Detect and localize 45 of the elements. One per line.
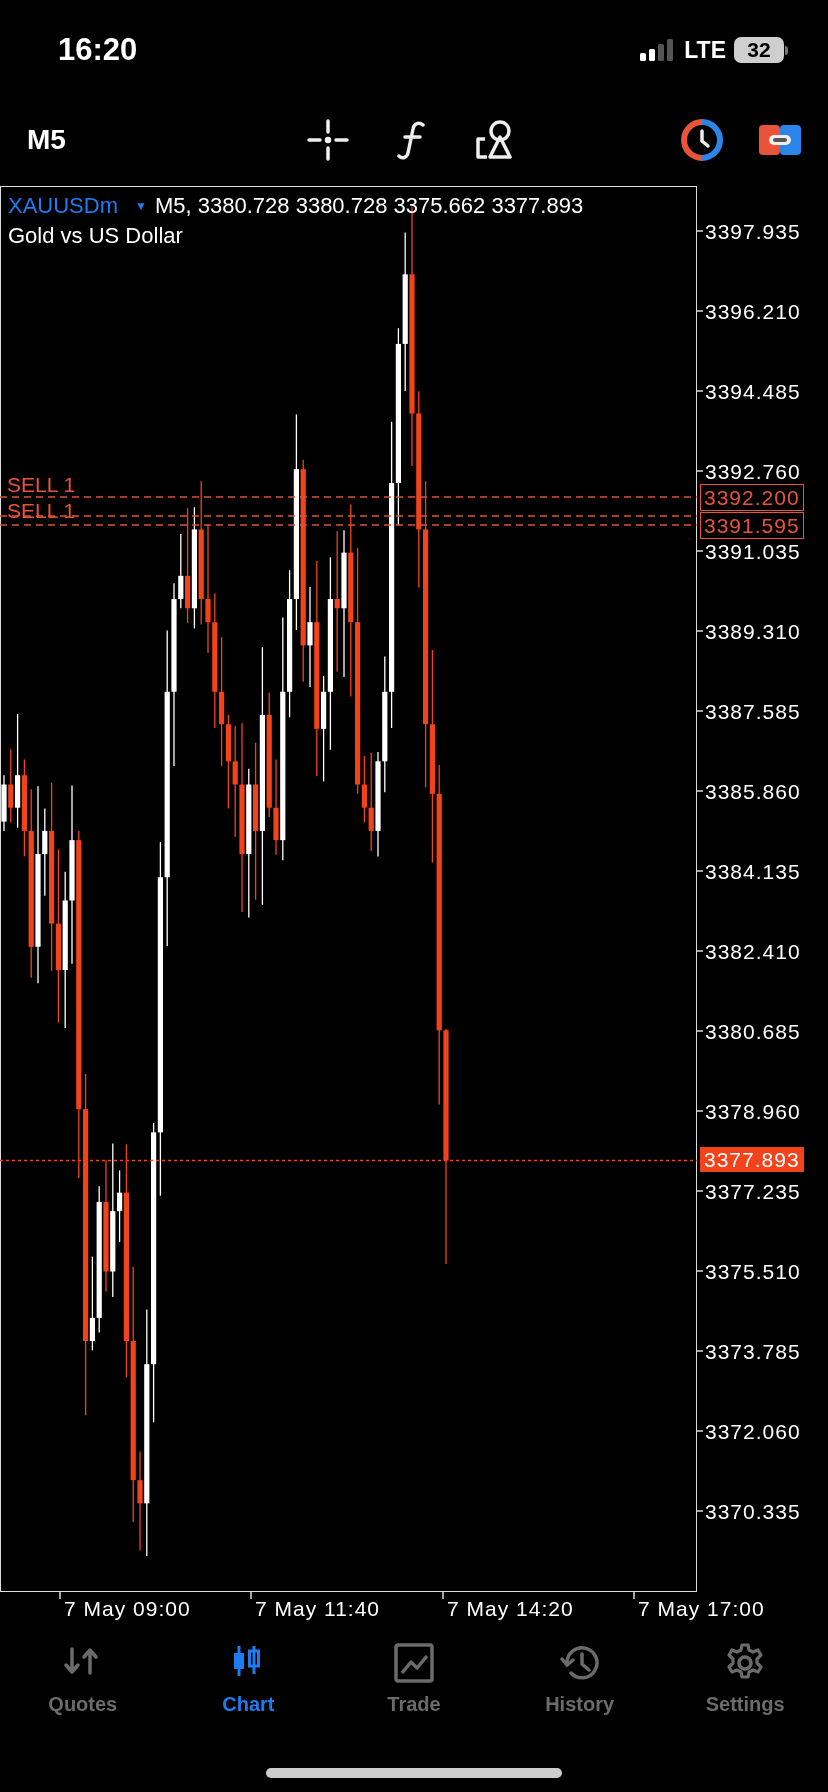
price-axis-label: 3370.335 <box>705 1501 801 1522</box>
price-axis-label: 3373.785 <box>705 1341 801 1362</box>
function-icon[interactable] <box>397 119 427 161</box>
price-axis-label: 3396.210 <box>705 301 801 322</box>
clock-icon[interactable] <box>681 119 723 161</box>
symbol-description: Gold vs US Dollar <box>8 225 183 247</box>
order-label: SELL 1 <box>7 500 76 521</box>
price-axis-label: 3372.060 <box>705 1421 801 1442</box>
current-price-tag: 3377.893 <box>700 1147 804 1173</box>
status-time: 16:20 <box>58 30 138 69</box>
dropdown-caret: ▼ <box>135 200 147 212</box>
history-icon <box>559 1643 600 1683</box>
price-axis-label: 3389.310 <box>705 621 801 642</box>
time-axis-label: 7 May 11:40 <box>255 1598 380 1619</box>
order-label: SELL 1 <box>7 474 76 495</box>
price-axis-label: 3394.485 <box>705 381 801 402</box>
price-axis-label: 3378.960 <box>705 1101 801 1122</box>
tab[interactable]: Settings <box>662 1635 828 1735</box>
timeframe-button[interactable]: M5 <box>27 119 307 161</box>
crosshair-icon[interactable] <box>307 119 349 161</box>
time-axis-label: 7 May 17:00 <box>638 1598 765 1619</box>
shapes-icon[interactable] <box>475 119 515 161</box>
price-axis-label: 3391.035 <box>705 541 801 562</box>
price-axis-label: 3380.685 <box>705 1021 801 1042</box>
tab[interactable]: History <box>496 1635 663 1735</box>
order-price-tag: 3391.595 <box>700 512 804 539</box>
price-axis-label: 3385.860 <box>705 781 801 802</box>
price-axis-label: 3397.935 <box>705 221 801 242</box>
tab[interactable]: Chart <box>165 1635 332 1735</box>
tab[interactable]: Quotes <box>0 1635 166 1735</box>
time-axis-label: 7 May 09:00 <box>64 1598 191 1619</box>
price-axis-label: 3384.135 <box>705 861 801 882</box>
price-axis-label: 3375.510 <box>705 1261 801 1282</box>
toggle-icon[interactable] <box>759 125 801 155</box>
price-axis-label: 3382.410 <box>705 941 801 962</box>
price-axis-label: 3392.760 <box>705 461 801 482</box>
network-label: LTE <box>684 35 726 65</box>
price-axis-label: 3377.235 <box>705 1181 801 1202</box>
symbol-label[interactable]: XAUUSDm <box>8 195 118 217</box>
line-chart-icon <box>394 1643 434 1683</box>
tab[interactable]: Trade <box>331 1635 497 1735</box>
time-axis-label: 7 May 14:20 <box>447 1598 574 1619</box>
order-price-tag: 3392.200 <box>700 484 804 511</box>
price-axis-label: 3387.585 <box>705 701 801 722</box>
ohlc-values: M5, 3380.728 3380.728 3375.662 3377.893 <box>155 195 584 217</box>
